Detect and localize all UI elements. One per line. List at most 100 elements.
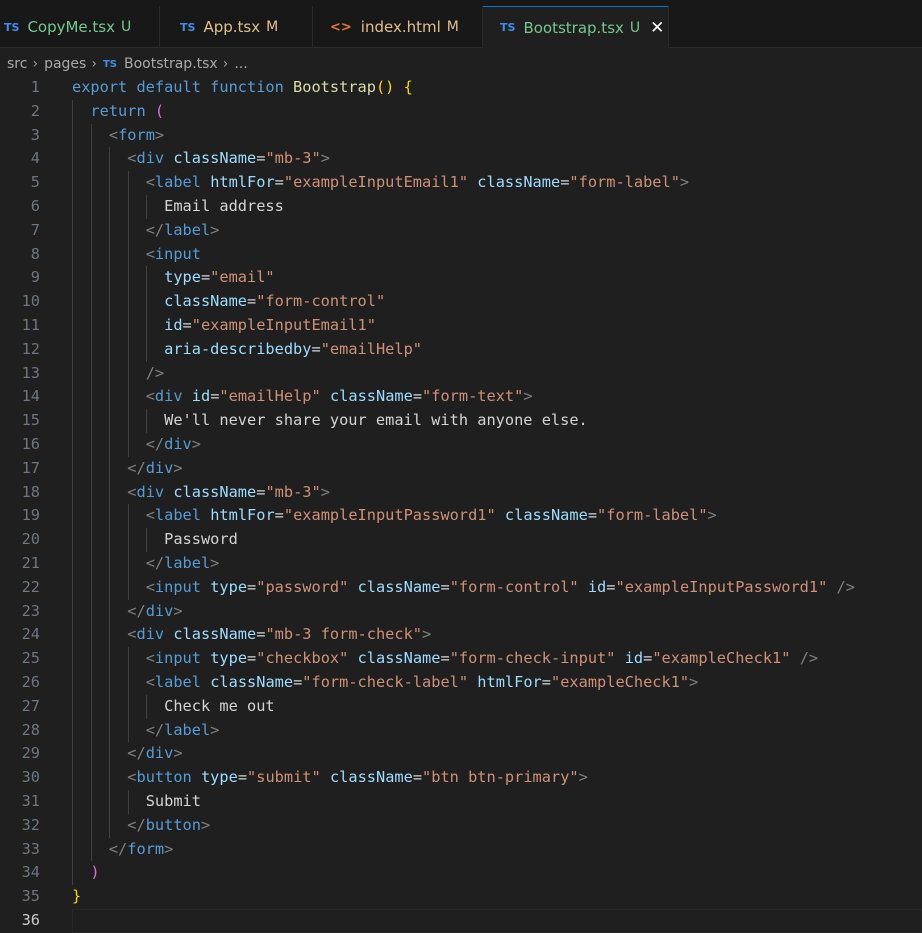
- chevron-right-icon: ›: [91, 56, 97, 72]
- code-text[interactable]: </label>: [72, 552, 220, 576]
- code-text[interactable]: return (: [72, 100, 164, 124]
- code-line[interactable]: 14 <div id="emailHelp" className="form-t…: [0, 385, 922, 410]
- code-line[interactable]: 11 id="exampleInputEmail1": [0, 314, 922, 338]
- breadcrumb-item-src[interactable]: src: [7, 56, 27, 72]
- line-number: 6: [30, 197, 40, 215]
- code-text[interactable]: <input type="checkbox" className="form-c…: [72, 647, 818, 671]
- code-line[interactable]: 33 </form>: [0, 837, 922, 862]
- code-line[interactable]: 27 Check me out: [0, 694, 922, 719]
- line-number: 21: [21, 554, 40, 572]
- code-text[interactable]: </button>: [72, 814, 210, 838]
- code-line[interactable]: 30 <button type="submit" className="btn …: [0, 766, 922, 790]
- code-line[interactable]: 3 <form>: [0, 123, 922, 148]
- code-text[interactable]: <div id="emailHelp" className="form-text…: [72, 385, 533, 409]
- code-line[interactable]: 21 </label>: [0, 552, 922, 576]
- code-line[interactable]: 6 Email address: [0, 195, 922, 219]
- code-text[interactable]: <input type="password" className="form-c…: [72, 576, 855, 600]
- code-line[interactable]: 16 </div>: [0, 433, 922, 457]
- code-text[interactable]: <input: [72, 243, 201, 267]
- code-line[interactable]: 5 <label htmlFor="exampleInputEmail1" cl…: [0, 171, 922, 195]
- code-line[interactable]: 4 <div className="mb-3">: [0, 147, 922, 172]
- code-text[interactable]: <button type="submit" className="btn btn…: [72, 766, 588, 790]
- code-line[interactable]: 8 <input: [0, 242, 922, 267]
- code-line[interactable]: 20 Password: [0, 528, 922, 552]
- code-text[interactable]: <label htmlFor="exampleInputEmail1" clas…: [72, 171, 689, 195]
- code-line[interactable]: 28 </label>: [0, 718, 922, 743]
- line-number: 14: [21, 387, 40, 406]
- code-line[interactable]: 10 className="form-control": [0, 290, 922, 314]
- code-line[interactable]: 2 return (: [0, 99, 922, 124]
- tab-index-html[interactable]: <> index.html M: [313, 6, 483, 48]
- code-text[interactable]: export default function Bootstrap() {: [72, 76, 413, 100]
- code-line[interactable]: 19 <label htmlFor="exampleInputPassword1…: [0, 504, 922, 529]
- line-number: 26: [21, 673, 40, 691]
- code-text[interactable]: />: [72, 362, 164, 386]
- code-line[interactable]: 36: [0, 909, 922, 933]
- code-text[interactable]: </div>: [72, 433, 201, 457]
- code-line[interactable]: 18 <div className="mb-3">: [0, 480, 922, 505]
- breadcrumb-item-file[interactable]: Bootstrap.tsx: [124, 56, 218, 72]
- chevron-right-icon: ›: [222, 56, 229, 72]
- line-number: 19: [21, 506, 40, 525]
- code-text[interactable]: </div>: [72, 742, 182, 766]
- code-text[interactable]: </form>: [72, 838, 173, 862]
- code-line[interactable]: 23 </div>: [0, 599, 922, 624]
- code-line[interactable]: 17 </div>: [0, 456, 922, 481]
- line-number: 22: [21, 577, 40, 596]
- line-number: 1: [30, 78, 40, 96]
- code-line[interactable]: 35}: [0, 885, 922, 909]
- breadcrumb-item-symbols[interactable]: ...: [234, 56, 247, 72]
- code-line[interactable]: 1 export default function Bootstrap() {: [0, 76, 922, 100]
- current-line-highlight: [72, 909, 922, 933]
- code-text[interactable]: <div className="mb-3">: [72, 147, 330, 171]
- code-line[interactable]: 12 aria-describedby="emailHelp": [0, 337, 922, 362]
- code-line[interactable]: 25 <input type="checkbox" className="for…: [0, 647, 922, 671]
- line-number: 9: [30, 268, 40, 287]
- code-text[interactable]: Password: [72, 528, 238, 552]
- code-line[interactable]: 13 />: [0, 361, 922, 386]
- line-number: 33: [21, 839, 40, 858]
- code-text[interactable]: }: [72, 885, 81, 909]
- code-text[interactable]: </label>: [72, 219, 220, 243]
- typescript-file-icon: TS: [4, 20, 20, 34]
- tab-copyme[interactable]: TS CopyMe.tsx U: [0, 6, 160, 48]
- code-line[interactable]: 24 <div className="mb-3 form-check">: [0, 623, 922, 648]
- code-text[interactable]: <div className="mb-3">: [72, 481, 330, 505]
- tab-bootstrap[interactable]: TS Bootstrap.tsx U ✕: [483, 6, 669, 48]
- code-text[interactable]: Check me out: [72, 695, 275, 719]
- line-number: 7: [30, 220, 40, 239]
- tab-app[interactable]: TS App.tsx M: [160, 6, 313, 48]
- code-text[interactable]: <div className="mb-3 form-check">: [72, 623, 431, 647]
- code-text[interactable]: aria-describedby="emailHelp": [72, 338, 422, 362]
- code-line[interactable]: 34 ): [0, 861, 922, 886]
- code-text[interactable]: </div>: [72, 600, 182, 624]
- code-text[interactable]: </label>: [72, 719, 220, 743]
- code-line[interactable]: 26 <label className="form-check-label" h…: [0, 671, 922, 695]
- code-text[interactable]: We'll never share your email with anyone…: [72, 409, 588, 433]
- breadcrumb-item-pages[interactable]: pages: [44, 56, 86, 72]
- typescript-file-icon: TS: [102, 58, 117, 70]
- code-text[interactable]: ): [72, 861, 99, 885]
- code-text[interactable]: type="email": [72, 266, 275, 290]
- line-number: 4: [30, 149, 40, 168]
- code-line[interactable]: 29 </div>: [0, 742, 922, 767]
- code-text[interactable]: <label htmlFor="exampleInputPassword1" c…: [72, 504, 717, 528]
- code-line[interactable]: 22 <input type="password" className="for…: [0, 575, 922, 600]
- code-text[interactable]: Submit: [72, 790, 201, 814]
- code-line[interactable]: 15 We'll never share your email with any…: [0, 409, 922, 433]
- line-number: 31: [21, 792, 40, 810]
- code-line[interactable]: 31 Submit: [0, 790, 922, 814]
- code-text[interactable]: <label className="form-check-label" html…: [72, 671, 699, 695]
- code-text[interactable]: <form>: [72, 124, 164, 148]
- code-editor[interactable]: 1 export default function Bootstrap() {2 …: [0, 76, 922, 933]
- line-number: 32: [21, 815, 40, 834]
- code-text[interactable]: id="exampleInputEmail1": [72, 314, 376, 338]
- code-text[interactable]: className="form-control": [72, 290, 385, 314]
- code-line[interactable]: 7 </label>: [0, 218, 922, 243]
- code-text[interactable]: </div>: [72, 457, 182, 481]
- close-icon[interactable]: ✕: [650, 18, 664, 38]
- line-number: 34: [21, 863, 40, 882]
- code-line[interactable]: 9 type="email": [0, 266, 922, 291]
- code-text[interactable]: Email address: [72, 195, 284, 219]
- code-line[interactable]: 32 </button>: [0, 813, 922, 838]
